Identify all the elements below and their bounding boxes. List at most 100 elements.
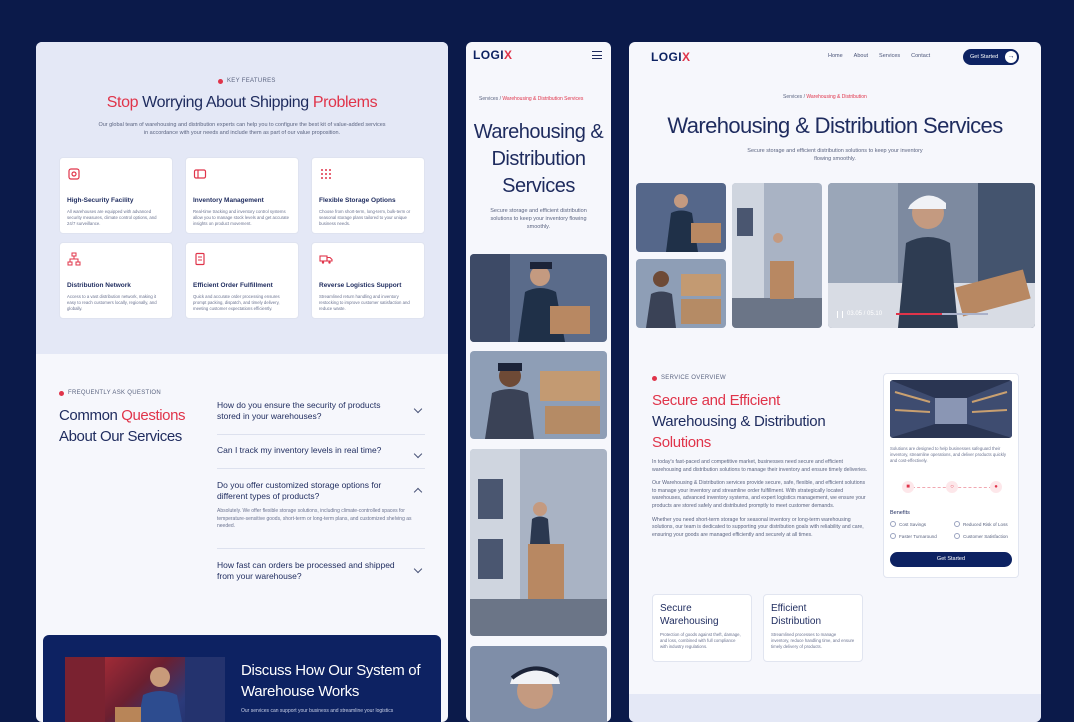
feature-title: Inventory Management [193, 197, 264, 204]
feature-title: Reverse Logistics Support [319, 282, 402, 289]
document-icon [193, 252, 207, 266]
benefit-label: Cost Savings [899, 521, 927, 527]
logo-text: LOGI [651, 50, 682, 64]
check-icon [954, 521, 960, 527]
service-card: Secure Warehousing Protection of goods a… [652, 594, 752, 662]
faq-item[interactable]: How fast can orders be processed and shi… [217, 560, 425, 595]
feature-desc: All warehouses are equipped with advance… [67, 209, 157, 226]
kicker-dot [652, 375, 657, 381]
faq-title-part: About Our Services [59, 428, 182, 445]
next-section [629, 694, 1041, 722]
service-card-title: Efficient Distribution [771, 603, 822, 627]
bar [592, 58, 602, 60]
faq-title-part: Common [59, 407, 122, 424]
kicker-label: SERVICE OVERVIEW [661, 375, 726, 381]
kicker-label: KEY FEATURES [227, 78, 276, 84]
breadcrumb-link[interactable]: Services [783, 94, 802, 100]
overview-paragraph: In today's fast-paced and competitive ma… [652, 459, 868, 473]
nav-home[interactable]: Home [828, 53, 843, 59]
faq-question: Can I track my inventory levels in real … [217, 445, 382, 455]
faq-question: Do you offer customized storage options … [217, 480, 382, 501]
service-card-title: Secure Warehousing [660, 603, 719, 627]
logo-accent: X [503, 48, 513, 62]
faq-title-accent: Questions [121, 407, 186, 424]
kicker-dot [218, 78, 223, 84]
faq-kicker: FREQUENTLY ASK QUESTION [59, 390, 161, 396]
faq-item[interactable]: How do you ensure the security of produc… [217, 400, 425, 435]
process-steps: ■ ○ ● [902, 480, 1002, 494]
overview-body: In today's fast-paced and competitive ma… [652, 459, 870, 545]
search-icon: ○ [946, 481, 958, 493]
chevron-up-icon[interactable] [413, 487, 423, 497]
hamburger-menu-icon[interactable] [592, 51, 602, 62]
benefit-item: Faster Turnaround [890, 533, 937, 539]
feature-title: High-Security Facility [67, 197, 134, 204]
cta-desc: Our services can support your business a… [241, 708, 394, 714]
overview-title-main: Warehousing & Distribution [652, 413, 826, 430]
breadcrumb: Services / Warehousing & Distribution [783, 94, 867, 100]
service-overview-kicker: SERVICE OVERVIEW [652, 375, 726, 381]
faq-title: Common Questions About Our Services [59, 405, 219, 447]
features-faq-page: KEY FEATURES Stop Worrying About Shippin… [36, 42, 448, 722]
kicker-dot [59, 390, 64, 396]
benefit-item: Reduced Risk of Loss [954, 521, 1008, 527]
grid-dots-icon [319, 167, 333, 181]
breadcrumb-current: Warehousing & Distribution Services [502, 96, 584, 102]
service-card: Efficient Distribution Streamlined proce… [763, 594, 863, 662]
pause-icon[interactable] [837, 310, 843, 318]
nav-contact[interactable]: Contact [911, 53, 930, 59]
cta-banner: Discuss How Our System of Warehouse Work… [43, 635, 441, 722]
breadcrumb-current: Warehousing & Distribution [806, 94, 867, 100]
video-time: 03.05 / 05.10 [847, 311, 883, 317]
gallery-photo[interactable] [636, 259, 726, 328]
logo-text: LOGI [473, 48, 504, 62]
key-features-kicker: KEY FEATURES [218, 78, 276, 84]
main-nav: Home About Services Contact [828, 53, 930, 59]
feature-card: High-Security Facility All warehouses ar… [59, 157, 173, 234]
faq-question: How fast can orders be processed and shi… [217, 560, 395, 581]
bar [592, 54, 602, 56]
page-title: Warehousing & Distribution Services [667, 113, 1003, 138]
nav-about[interactable]: About [854, 53, 868, 59]
truck-icon [319, 252, 333, 266]
chevron-down-icon[interactable] [413, 564, 423, 574]
nav-services[interactable]: Services [879, 53, 900, 59]
get-started-button[interactable]: Get Started → [963, 49, 1019, 65]
logo-accent: X [681, 50, 691, 64]
inventory-icon [193, 167, 207, 181]
feature-card: Flexible Storage Options Choose from sho… [311, 157, 425, 234]
breadcrumb-separator: / [499, 96, 501, 102]
chevron-down-icon[interactable] [413, 449, 423, 459]
check-icon [954, 533, 960, 539]
feature-card: Reverse Logistics Support Streamlined re… [311, 242, 425, 319]
feature-title: Distribution Network [67, 282, 131, 289]
features-title: Stop Worrying About Shipping Problems [36, 94, 448, 112]
video-player[interactable] [828, 183, 1035, 328]
gallery-photo[interactable] [732, 183, 822, 328]
feature-card: Efficient Order Fulfillment Quick and ac… [185, 242, 299, 319]
location-pin-icon: ● [990, 481, 1002, 493]
sidebar-get-started-button[interactable]: Get Started [890, 552, 1012, 567]
bar [592, 51, 602, 53]
feature-title: Flexible Storage Options [319, 197, 396, 204]
warehouse-worker-image [65, 657, 225, 722]
title-accent-2: Problems [312, 94, 378, 111]
security-camera-icon [67, 167, 81, 181]
cta-title: Discuss How Our System of Warehouse Work… [241, 662, 421, 700]
faq-item[interactable]: Can I track my inventory levels in real … [217, 445, 425, 469]
logo[interactable]: LOGIX [651, 50, 690, 64]
page-subtitle: Secure storage and efficient distributio… [490, 208, 587, 230]
box-icon: ■ [902, 481, 914, 493]
gallery-photo[interactable] [636, 183, 726, 252]
chevron-down-icon[interactable] [413, 404, 423, 414]
feature-title: Efficient Order Fulfillment [193, 282, 273, 289]
breadcrumb-link[interactable]: Services [479, 96, 498, 102]
network-icon [67, 252, 81, 266]
benefit-item: Cost Savings [890, 521, 926, 527]
overview-title-accent: Solutions [652, 434, 712, 451]
feature-card: Distribution Network Access to a vast di… [59, 242, 173, 319]
logo[interactable]: LOGIX [473, 48, 512, 62]
faq-item-open[interactable]: Do you offer customized storage options … [217, 480, 425, 549]
video-progress-bar[interactable] [896, 313, 989, 315]
features-subtitle: Our global team of warehousing and distr… [98, 122, 386, 136]
